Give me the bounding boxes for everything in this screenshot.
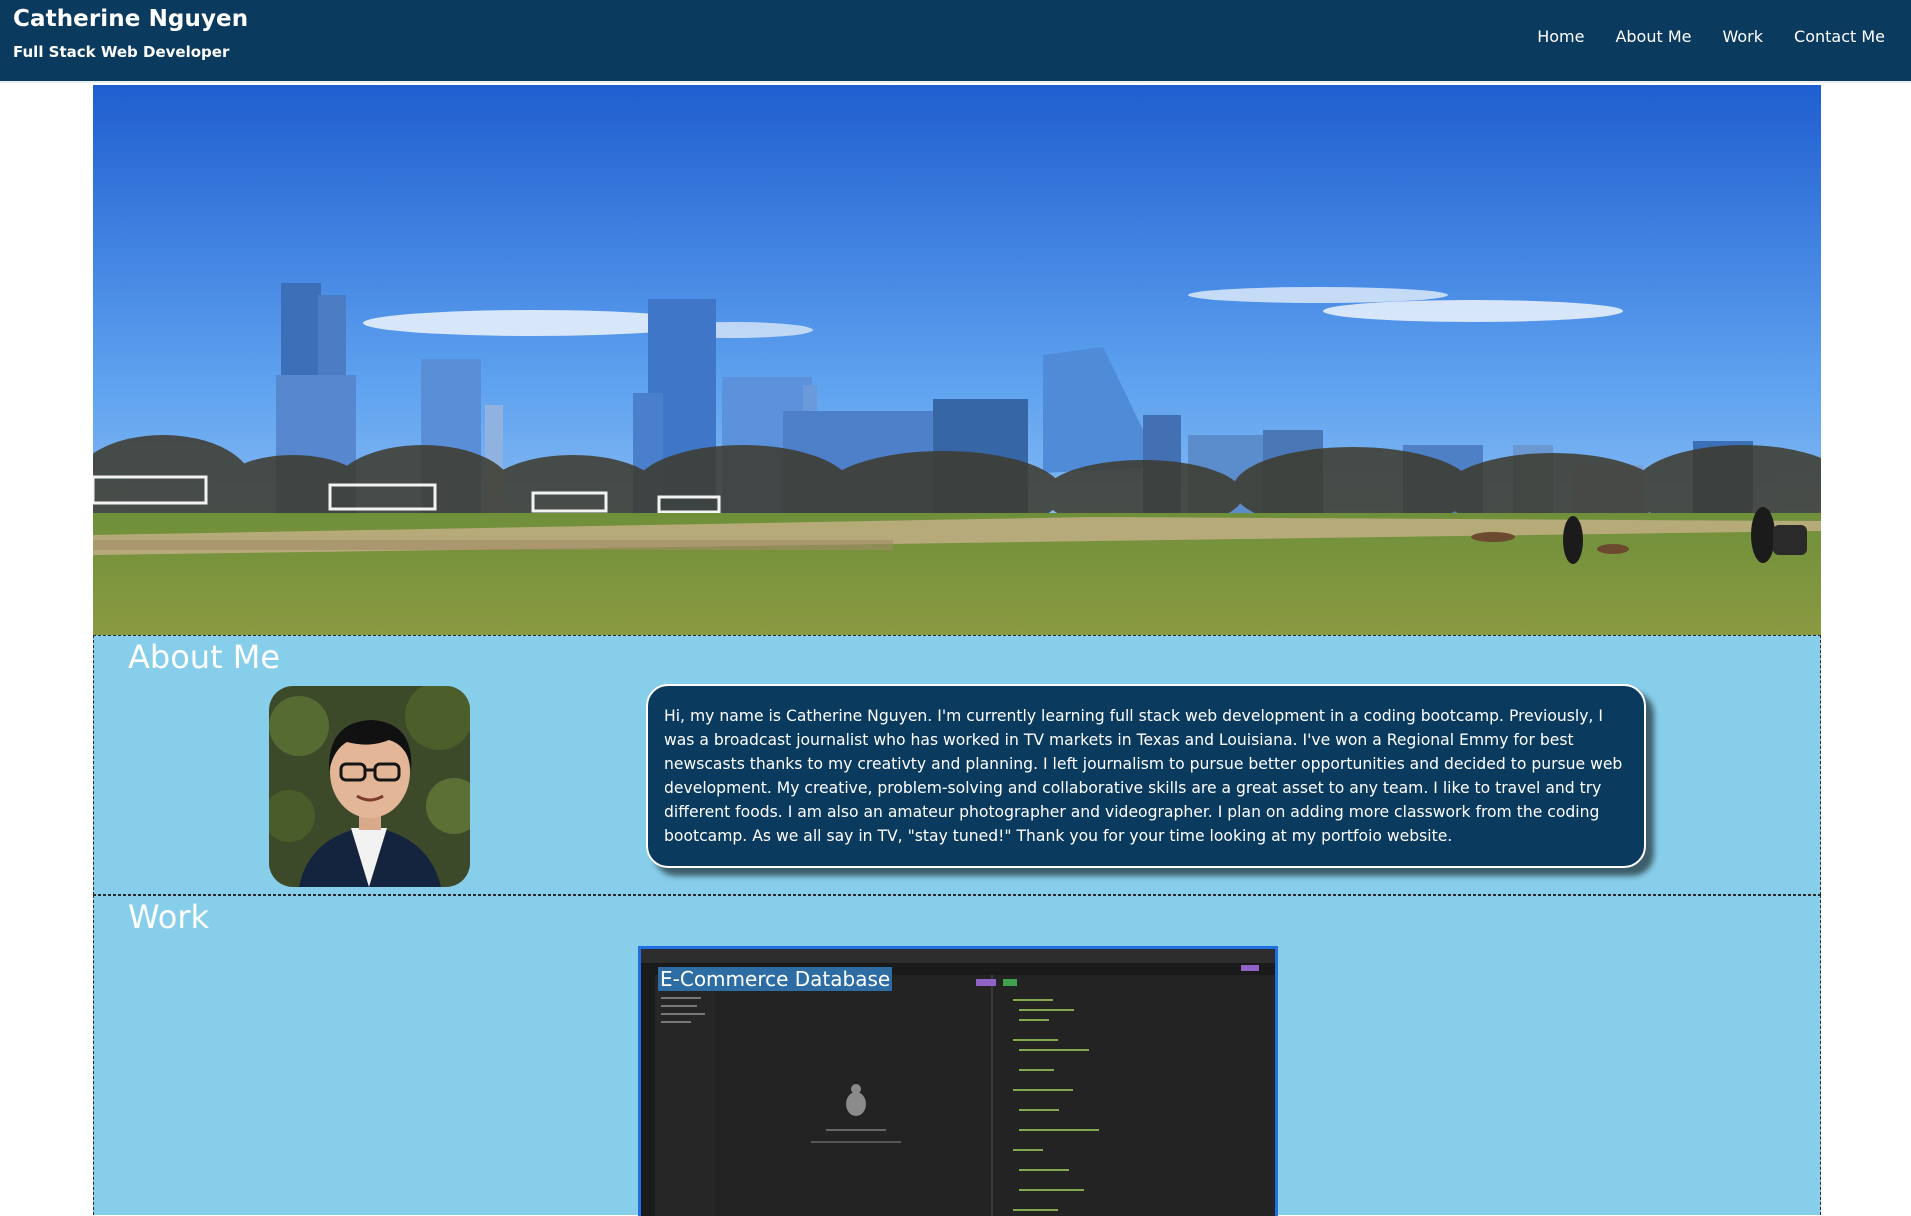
hero-skyline-image [93,85,1821,635]
site-subtitle: Full Stack Web Developer [13,43,230,61]
about-section: About Me Hi, my name is Catherine Nguyen… [93,635,1821,895]
nav-link-contact-me[interactable]: Contact Me [1794,27,1885,46]
bio-text-card: Hi, my name is Catherine Nguyen. I'm cur… [646,684,1646,868]
nav-link-home[interactable]: Home [1537,27,1584,46]
site-header: Catherine Nguyen Full Stack Web Develope… [0,0,1911,83]
project-label: E-Commerce Database [658,967,893,991]
nav-link-about-me[interactable]: About Me [1615,27,1691,46]
about-section-title: About Me [128,638,281,676]
site-owner-name: Catherine Nguyen [13,6,249,32]
nav-link-work[interactable]: Work [1723,27,1764,46]
profile-photo [269,686,470,887]
profile-photo-icon [269,686,470,887]
work-section-title: Work [128,898,210,936]
city-skyline-photo [93,85,1821,635]
work-section: Work E-Commerce Database [93,895,1821,1216]
main-content: About Me Hi, my name is Catherine Nguyen… [93,85,1821,1216]
main-nav: Home About Me Work Contact Me [1537,27,1885,46]
project-card-ecommerce-database[interactable]: E-Commerce Database [638,946,1278,1216]
